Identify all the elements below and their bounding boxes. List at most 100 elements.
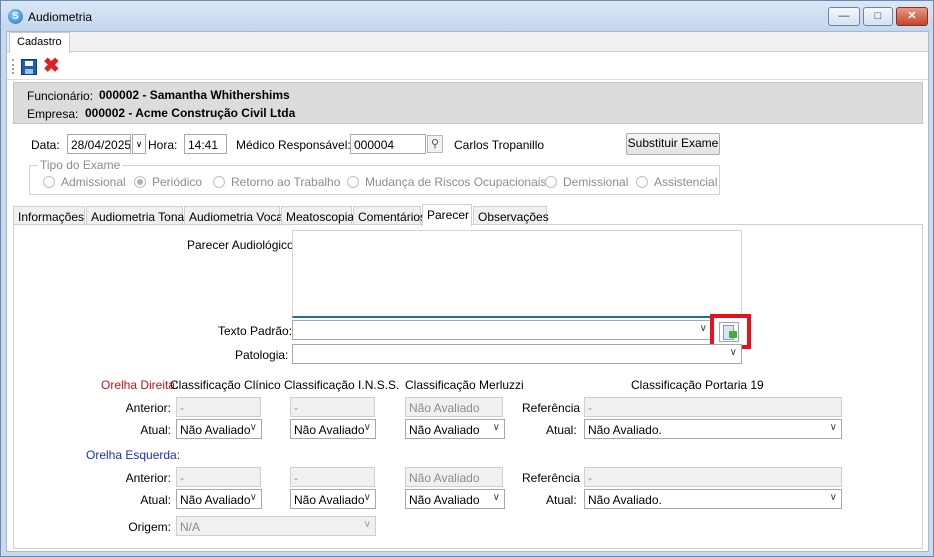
pathology-select[interactable]: ∨ <box>292 344 742 364</box>
doctor-label: Médico Responsável: <box>236 138 351 152</box>
tab-audiometria-tonal[interactable]: Audiometria Tonal <box>86 206 187 225</box>
minimize-button[interactable]: — <box>828 7 860 26</box>
left-current-clinical-select[interactable]: Não Avaliado ∨ <box>176 489 262 509</box>
employee-value: 000002 - Samantha Whithershims <box>99 88 290 102</box>
select-value: Não Avaliado. <box>588 423 662 437</box>
radio-selected-icon <box>134 176 146 188</box>
apply-text-document-icon[interactable] <box>719 322 739 342</box>
time-field[interactable]: 14:41 <box>184 134 227 154</box>
left-ear-label: Orelha Esquerda: <box>86 448 181 462</box>
left-previous-merluzzi: Não Avaliado <box>405 467 503 487</box>
select-value: Não Avaliado <box>294 423 365 437</box>
date-picker-button[interactable]: ∨ <box>132 134 146 154</box>
tab-audiometria-vocal[interactable]: Audiometria Vocal <box>184 206 286 225</box>
right-previous-label: Anterior: <box>125 401 171 415</box>
date-label: Data: <box>31 138 60 152</box>
right-ear-label: Orelha Direita: <box>101 378 179 392</box>
save-icon[interactable] <box>21 59 37 75</box>
radio-demissional[interactable]: Demissional <box>545 175 628 189</box>
right-previous-inss: - <box>290 397 375 417</box>
col-inss-header: Classificação I.N.S.S. <box>284 378 400 392</box>
right-current-merluzzi-select[interactable]: Não Avaliado ∨ <box>405 419 505 439</box>
tab-informacoes[interactable]: Informações <box>13 206 85 225</box>
cancel-icon[interactable]: ✖ <box>43 55 60 77</box>
select-value: N/A <box>180 520 201 534</box>
select-value: Não Avaliado <box>180 423 251 437</box>
audiologic-opinion-memo[interactable] <box>292 230 742 318</box>
chevron-down-icon: ∨ <box>363 422 371 433</box>
radio-circle-icon <box>213 176 225 188</box>
origin-select: N/A ∨ <box>176 516 376 536</box>
radio-admissional[interactable]: Admissional <box>43 175 126 189</box>
radio-label: Admissional <box>61 175 126 189</box>
right-reference-label: Referência <box>522 401 581 415</box>
tab-meatoscopia[interactable]: Meatoscopia <box>281 206 354 225</box>
radio-periodico[interactable]: Periódico <box>134 175 202 189</box>
time-label: Hora: <box>148 138 178 152</box>
window-title: Audiometria <box>28 10 93 24</box>
col-merluzzi-header: Classificação Merluzzi <box>405 378 524 392</box>
maximize-button[interactable]: □ <box>863 7 893 26</box>
right-previous-merluzzi: Não Avaliado <box>405 397 503 417</box>
chevron-down-icon: ∨ <box>492 492 500 503</box>
radio-label: Assistencial <box>654 175 718 189</box>
select-value: Não Avaliado <box>409 493 480 507</box>
toolbar: ✖ <box>7 53 928 80</box>
chevron-down-icon: ∨ <box>729 347 737 358</box>
doctor-code-field[interactable]: 000004 <box>350 134 426 154</box>
col-clinical-header: Classificação Clínico <box>170 378 281 392</box>
right-current-portaria-select[interactable]: Não Avaliado. ∨ <box>584 419 842 439</box>
date-field[interactable]: 28/04/2025 <box>67 134 131 154</box>
doctor-search-icon[interactable]: ⚲ <box>427 135 443 153</box>
tab-cadastro[interactable]: Cadastro <box>9 32 70 53</box>
chevron-down-icon: ∨ <box>492 422 500 433</box>
tab-observacoes[interactable]: Observações <box>473 206 549 225</box>
left-current-merluzzi-select[interactable]: Não Avaliado ∨ <box>405 489 505 509</box>
radio-label: Periódico <box>152 175 203 189</box>
radio-circle-icon <box>636 176 648 188</box>
chevron-down-icon: ∨ <box>829 492 837 503</box>
radio-circle-icon <box>347 176 359 188</box>
title-bar[interactable]: S Audiometria — □ ✕ <box>1 1 933 31</box>
left-reference-label: Referência <box>522 471 581 485</box>
right-current-clinical-select[interactable]: Não Avaliado ∨ <box>176 419 262 439</box>
radio-label: Mudança de Riscos Ocupacionais <box>365 175 547 189</box>
radio-circle-icon <box>43 176 55 188</box>
company-value: 000002 - Acme Construção Civil Ltda <box>85 106 296 120</box>
default-text-select[interactable]: ∨ <box>292 320 712 340</box>
radio-assistencial[interactable]: Assistencial <box>636 175 717 189</box>
right-current-label: Atual: <box>140 423 171 437</box>
replace-exam-button[interactable]: Substituir Exame <box>626 133 720 155</box>
company-label: Empresa: <box>27 107 79 121</box>
right-current-inss-select[interactable]: Não Avaliado ∨ <box>290 419 376 439</box>
select-value: Não Avaliado <box>180 493 251 507</box>
left-current-label-2: Atual: <box>546 493 577 507</box>
chevron-down-icon: ∨ <box>829 422 837 433</box>
radio-label: Retorno ao Trabalho <box>231 175 341 189</box>
chevron-down-icon: ∨ <box>249 492 257 503</box>
toolbar-grip[interactable] <box>12 59 15 74</box>
left-reference-portaria: - <box>584 467 842 487</box>
radio-mudanca[interactable]: Mudança de Riscos Ocupacionais <box>347 175 546 189</box>
tab-parecer[interactable]: Parecer <box>422 204 472 226</box>
col-portaria-header: Classificação Portaria 19 <box>631 378 764 392</box>
pathology-label: Patologia: <box>235 348 289 362</box>
left-current-portaria-select[interactable]: Não Avaliado. ∨ <box>584 489 842 509</box>
chevron-down-icon: ∨ <box>363 492 371 503</box>
app-s-icon: S <box>8 9 23 24</box>
origin-label: Origem: <box>128 520 171 534</box>
employee-info-band: Funcionário: 000002 - Samantha Whithersh… <box>13 82 923 124</box>
audiometria-window: S Audiometria — □ ✕ Cadastro ✖ Funcionár… <box>0 0 934 557</box>
chevron-down-icon: ∨ <box>699 323 707 334</box>
radio-retorno[interactable]: Retorno ao Trabalho <box>213 175 340 189</box>
outer-tab-strip: Cadastro <box>7 32 928 53</box>
tab-comentarios[interactable]: Comentários <box>353 206 426 225</box>
employee-label: Funcionário: <box>27 89 94 103</box>
right-reference-portaria: - <box>584 397 842 417</box>
left-current-inss-select[interactable]: Não Avaliado ∨ <box>290 489 376 509</box>
doctor-name: Carlos Tropanillo <box>454 138 545 152</box>
left-previous-inss: - <box>290 467 375 487</box>
close-button[interactable]: ✕ <box>896 7 928 26</box>
exam-type-title: Tipo do Exame <box>38 158 123 172</box>
left-previous-label: Anterior: <box>125 471 171 485</box>
